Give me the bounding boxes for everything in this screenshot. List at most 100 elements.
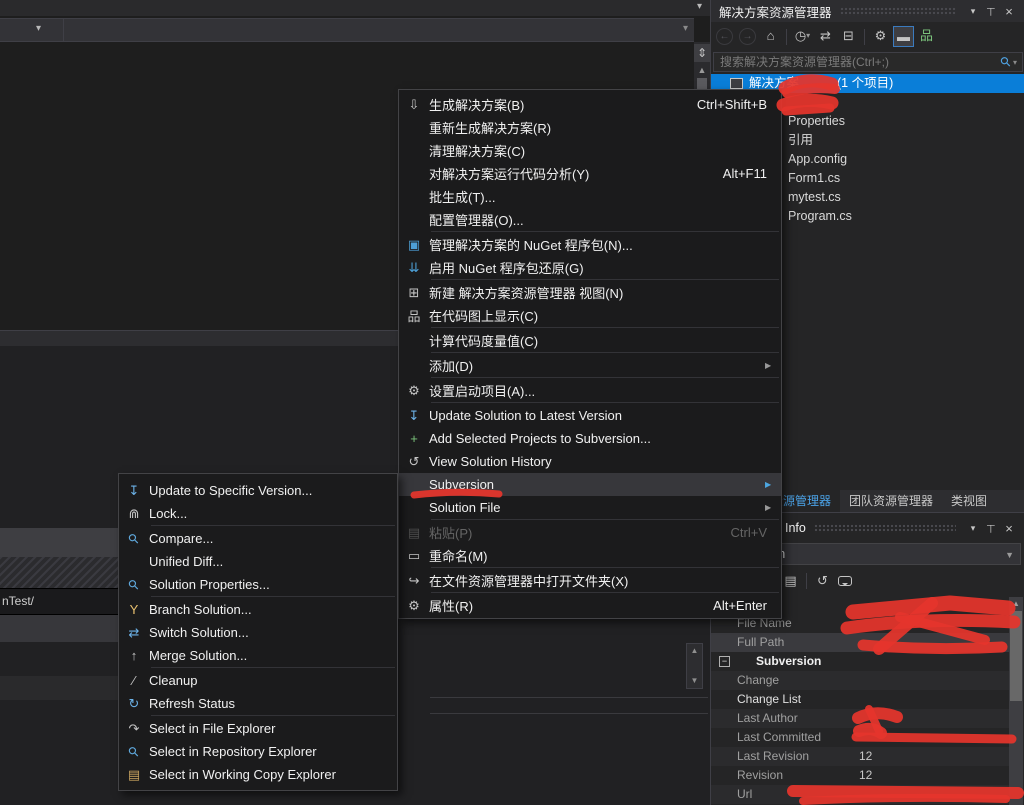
search-input[interactable] [714,55,999,69]
menu-add[interactable]: 添加(D)▶ [399,354,781,377]
submenu-select-in-working-copy-explorer[interactable]: ▤Select in Working Copy Explorer [119,763,397,786]
grid-row-change-list[interactable]: Change List [711,690,1009,709]
search-box[interactable]: ⚲ ▾ [713,52,1023,72]
menu-item-label: 在文件资源管理器中打开文件夹(X) [429,571,781,590]
solution-explorer-header[interactable]: 解决方案资源管理器 ▾ ⊥ × [711,0,1024,22]
refresh-icon[interactable]: ⇄ [815,26,836,47]
menu-separator [119,525,397,527]
menu-item-label: 重新生成解决方案(R) [429,118,781,137]
drag-texture [814,524,956,533]
menu-item-shortcut: Alt+Enter [713,598,767,613]
home-icon[interactable]: ⌂ [760,26,781,47]
menu-build-solution[interactable]: ⇩生成解决方案(B)Ctrl+Shift+B [399,93,781,116]
grid-row-revision[interactable]: Revision12 [711,766,1009,785]
history-icon[interactable]: ↺ [812,571,833,592]
window-menu-icon[interactable]: ▾ [964,523,982,534]
properties-icon[interactable]: ⚙ [870,26,891,47]
submenu-cleanup[interactable]: ∕Cleanup [119,669,397,692]
close-icon[interactable]: × [1000,521,1018,536]
menu-properties[interactable]: ⚙属性(R)Alt+Enter [399,594,781,617]
solution-props-icon: ⚲ [119,577,149,593]
submenu-branch-solution[interactable]: YBranch Solution... [119,598,397,621]
menu-configuration-manager[interactable]: 配置管理器(O)... [399,208,781,231]
forward-icon[interactable]: → [739,28,756,45]
menu-update-solution-latest[interactable]: ↧Update Solution to Latest Version [399,404,781,427]
back-icon[interactable]: ← [716,28,733,45]
scrollbar-up-icon[interactable]: ▲ [1009,597,1023,610]
grid-value [859,785,1009,804]
menu-item-label: View Solution History [429,454,781,469]
navbar-project-dropdown[interactable]: ▾ [0,19,64,41]
menu-calculate-code-metrics[interactable]: 计算代码度量值(C) [399,329,781,352]
menu-clean-solution[interactable]: 清理解决方案(C) [399,139,781,162]
menu-new-solution-explorer-view[interactable]: ⊞新建 解决方案资源管理器 视图(N) [399,281,781,304]
toolbar-separator [786,29,787,45]
grid-row-last-committed[interactable]: Last Committed [711,728,1009,747]
grid-row-full-path[interactable]: Full Path [711,633,1009,652]
background-row-fragment [0,676,118,700]
collapse-all-icon[interactable]: ⊟ [838,26,859,47]
chevron-down-icon[interactable]: ▾ [1013,58,1022,67]
grid-row-last-revision[interactable]: Last Revision12 [711,747,1009,766]
grid-label: Change [711,671,859,690]
menu-solution-file[interactable]: Solution File▶ [399,496,781,519]
submenu-select-in-repository-explorer[interactable]: ⚲Select in Repository Explorer [119,740,397,763]
window-menu-icon[interactable]: ▾ [964,6,982,17]
branch-icon: Y [119,602,149,617]
scrollbar-up-icon[interactable]: ▲ [694,64,710,77]
grid-label: Last Committed [711,728,859,747]
grid-row-change[interactable]: Change [711,671,1009,690]
menu-show-on-code-map[interactable]: 品在代码图上显示(C) [399,304,781,327]
grid-row-last-author[interactable]: Last Author [711,709,1009,728]
preview-selected-items-icon[interactable]: ▬ [893,26,914,47]
grid-label: Last Revision [711,747,859,766]
tab-class-view[interactable]: 类视图 [942,490,996,512]
menu-subversion[interactable]: Subversion▶ [399,473,781,496]
submenu-refresh-status[interactable]: ↻Refresh Status [119,692,397,715]
menu-item-label: 清理解决方案(C) [429,141,781,160]
submenu-solution-properties[interactable]: ⚲Solution Properties... [119,573,397,596]
document-icon[interactable]: ▤ [780,571,801,592]
splitter-handle-icon[interactable]: ⇕ [694,44,710,62]
grid-category-subversion[interactable]: −Subversion [711,652,1009,671]
submenu-update-specific-version[interactable]: ↧Update to Specific Version... [119,479,397,502]
compare-icon: ⚲ [119,531,149,547]
grid-scrollbar[interactable]: ▲ [1009,597,1023,805]
submenu-compare[interactable]: ⚲Compare... [119,527,397,550]
menu-separator [399,377,781,379]
submenu-switch-solution[interactable]: ⇄Switch Solution... [119,621,397,644]
grid-value: 12 [859,766,1009,785]
menu-item-label: Update to Specific Version... [149,483,397,498]
pin-icon[interactable]: ⊥ [982,5,1000,18]
menu-add-projects-to-subversion[interactable]: +Add Selected Projects to Subversion... [399,427,781,450]
menu-open-folder-in-explorer[interactable]: ↪在文件资源管理器中打开文件夹(X) [399,569,781,592]
submenu-unified-diff[interactable]: Unified Diff... [119,550,397,573]
submenu-select-in-file-explorer[interactable]: ↷Select in File Explorer [119,717,397,740]
collapse-expander-icon[interactable]: − [719,656,730,667]
scrollbar-thumb[interactable] [1010,611,1022,701]
pin-icon[interactable]: ⊥ [982,522,1000,535]
menu-run-code-analysis[interactable]: 对解决方案运行代码分析(Y)Alt+F11 [399,162,781,185]
menu-paste[interactable]: ▤粘贴(P)Ctrl+V [399,521,781,544]
comment-icon[interactable] [838,576,852,586]
menu-view-solution-history[interactable]: ↺View Solution History [399,450,781,473]
menu-set-startup-project[interactable]: ⚙设置启动项目(A)... [399,379,781,402]
submenu-lock[interactable]: ⋒Lock... [119,502,397,525]
grid-value [859,614,1009,633]
menu-batch-build[interactable]: 批生成(T)... [399,185,781,208]
sync-with-active-document-icon[interactable]: 品 [916,26,937,47]
submenu-merge-solution[interactable]: ↑Merge Solution... [119,644,397,667]
chevron-down-icon: ▼ [1005,551,1014,559]
menu-rename[interactable]: ▭重命名(M) [399,544,781,567]
menu-enable-nuget-restore[interactable]: ⇊启用 NuGet 程序包还原(G) [399,256,781,279]
menu-manage-nuget[interactable]: ▣管理解决方案的 NuGet 程序包(N)... [399,233,781,256]
search-icon[interactable]: ⚲ [999,54,1013,70]
pending-changes-filter-icon[interactable]: ◷▾ [792,26,813,47]
solution-icon [730,78,743,89]
code-map-icon: 品 [399,306,429,325]
menu-rebuild-solution[interactable]: 重新生成解决方案(R) [399,116,781,139]
tab-team-explorer[interactable]: 团队资源管理器 [840,490,942,512]
grid-label: Change List [711,690,859,709]
close-icon[interactable]: × [1000,4,1018,19]
grid-row-url[interactable]: Url [711,785,1009,804]
